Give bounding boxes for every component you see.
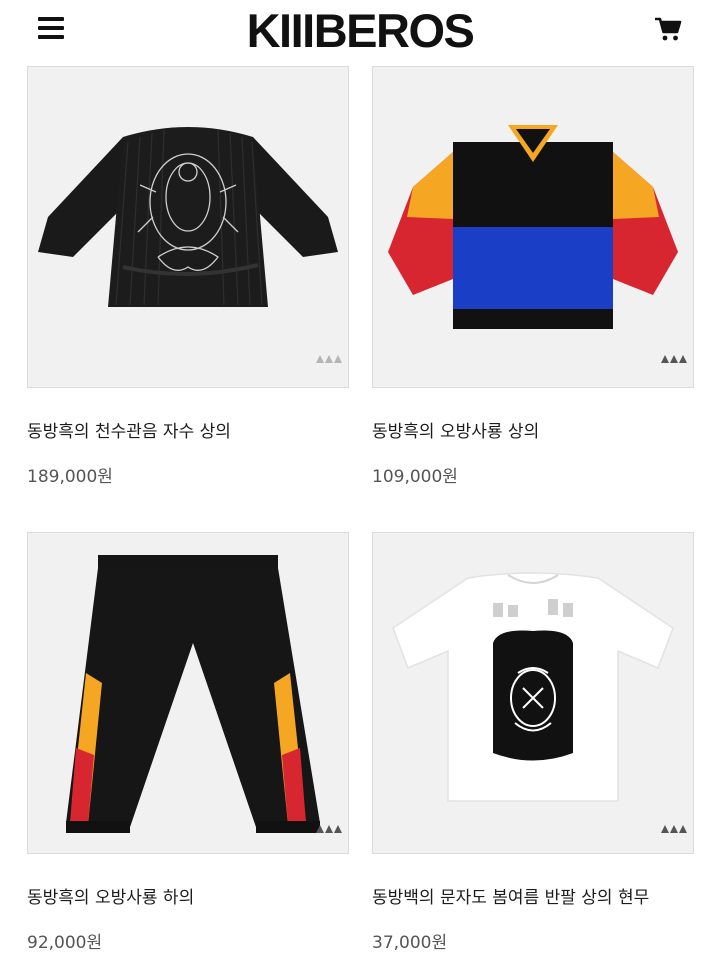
product-card[interactable]: 동방흑의 오방사룡 하의 92,000원: [27, 532, 349, 960]
shopping-cart-icon[interactable]: [654, 16, 682, 42]
product-price: 37,000원: [372, 933, 448, 953]
product-image[interactable]: [27, 66, 349, 388]
product-name[interactable]: 동방흑의 오방사룡 하의: [27, 883, 194, 908]
brand-logo[interactable]: KIIIBEROS: [244, 6, 476, 56]
product-name[interactable]: 동방백의 문자도 봄여름 반팔 상의 현무: [372, 883, 649, 908]
product-card[interactable]: 동방흑의 오방사룡 상의 109,000원: [372, 66, 694, 487]
hamburger-menu-icon[interactable]: [38, 17, 64, 39]
product-name[interactable]: 동방흑의 천수관음 자수 상의: [27, 417, 231, 442]
product-image[interactable]: [372, 66, 694, 388]
product-price: 189,000원: [27, 467, 113, 487]
product-image[interactable]: [372, 532, 694, 854]
product-price: 109,000원: [372, 467, 458, 487]
product-card[interactable]: 동방흑의 천수관음 자수 상의 189,000원: [27, 66, 349, 487]
site-header: KIIIBEROS: [0, 0, 720, 62]
product-card[interactable]: 동방백의 문자도 봄여름 반팔 상의 현무 37,000원: [372, 532, 694, 960]
product-image[interactable]: [27, 532, 349, 854]
product-name[interactable]: 동방흑의 오방사룡 상의: [372, 417, 539, 442]
product-price: 92,000원: [27, 933, 103, 953]
